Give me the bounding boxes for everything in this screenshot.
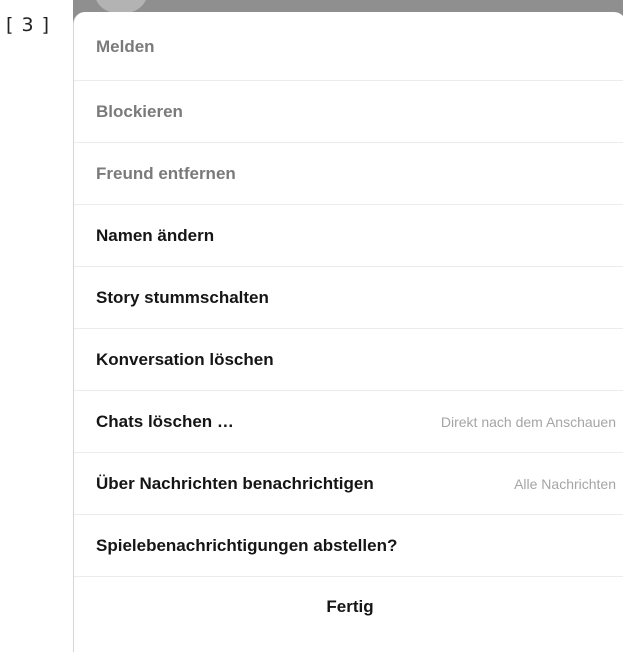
menu-item-label: Über Nachrichten benachrichtigen <box>96 473 374 493</box>
menu-item-freund-entfernen[interactable]: Freund entfernen <box>74 143 623 205</box>
menu-item-label: Freund entfernen <box>96 163 236 183</box>
menu-item-chats-loeschen[interactable]: Chats löschen … Direkt nach dem Anschaue… <box>74 391 623 453</box>
menu-item-story-stummschalten[interactable]: Story stummschalten <box>74 267 623 329</box>
action-menu: Melden Blockieren Freund entfernen Namen… <box>74 12 623 577</box>
menu-item-value: Alle Nachrichten <box>514 475 616 492</box>
menu-item-label: Chats löschen … <box>96 411 234 431</box>
done-button[interactable]: Fertig <box>302 589 397 625</box>
menu-item-namen-aendern[interactable]: Namen ändern <box>74 205 623 267</box>
menu-item-label: Blockieren <box>96 101 183 121</box>
menu-item-melden[interactable]: Melden <box>74 12 623 81</box>
menu-item-label: Story stummschalten <box>96 287 269 307</box>
menu-item-value: Direkt nach dem Anschauen <box>440 413 616 430</box>
figure-label: [ 3 ] <box>6 14 50 36</box>
menu-item-label: Namen ändern <box>96 225 215 245</box>
menu-item-label: Spielebenachrichtigungen abstellen? <box>96 535 398 555</box>
menu-item-spielebenachrichtigungen[interactable]: Spielebenachrichtigungen abstellen? <box>74 515 623 577</box>
menu-item-label: Konversation löschen <box>96 349 274 369</box>
done-row: Fertig <box>74 577 623 637</box>
menu-item-blockieren[interactable]: Blockieren <box>74 81 623 143</box>
action-sheet: Melden Blockieren Freund entfernen Namen… <box>73 12 623 652</box>
menu-item-label: Melden <box>96 37 155 56</box>
menu-item-konversation-loeschen[interactable]: Konversation löschen <box>74 329 623 391</box>
menu-item-nachrichten-benachrichtigen[interactable]: Über Nachrichten benachrichtigen Alle Na… <box>74 453 623 515</box>
